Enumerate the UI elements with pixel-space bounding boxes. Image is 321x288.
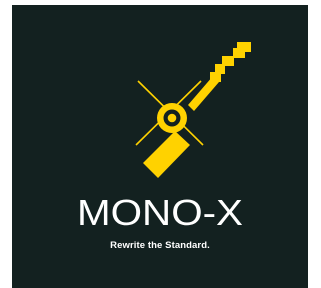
wordmark-logotype: MONO-X <box>77 192 243 233</box>
page-frame: MONO-X Rewrite the Standard. <box>0 0 321 288</box>
key-shaft <box>143 131 190 178</box>
pixel-key-mark-icon <box>135 42 251 178</box>
brand-panel: MONO-X Rewrite the Standard. <box>12 5 308 288</box>
pixel-steps <box>210 42 251 82</box>
pixel-step-3 <box>222 56 234 66</box>
brand-tagline: Rewrite the Standard. <box>110 240 210 251</box>
brand-name: MONO-X <box>77 192 243 233</box>
key-ring-dot <box>167 113 177 123</box>
pixel-step-5 <box>237 42 251 52</box>
